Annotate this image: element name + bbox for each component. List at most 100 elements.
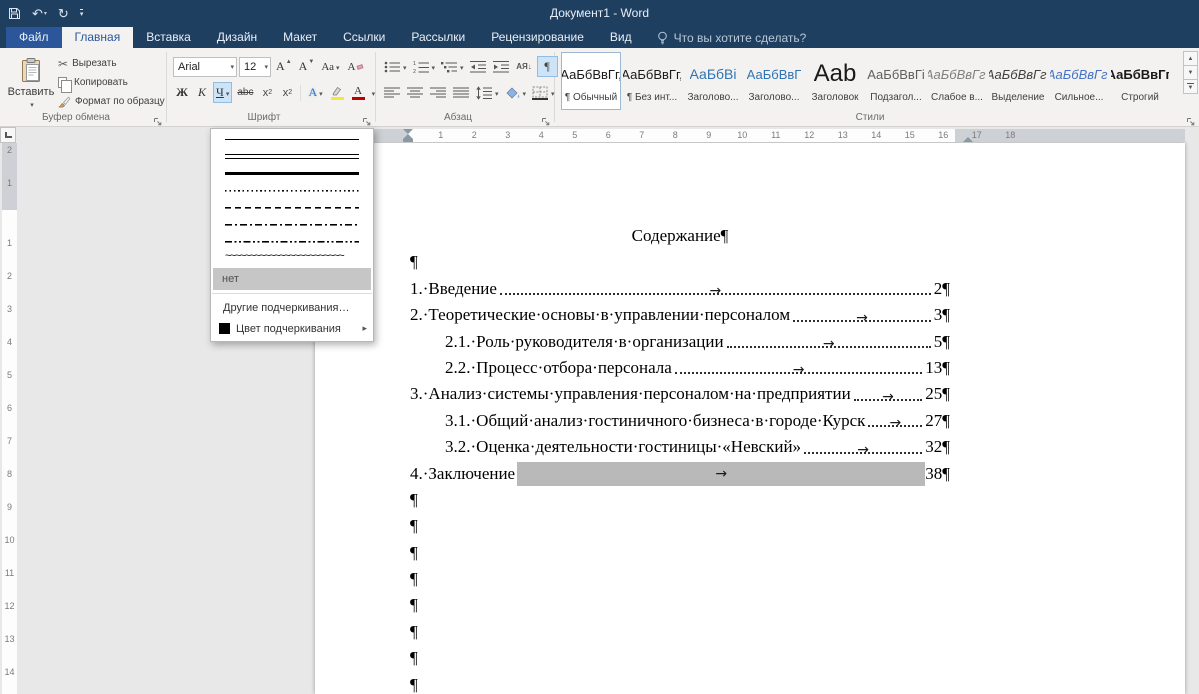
redo-button[interactable]: ↻ [58, 7, 69, 20]
empty-paragraph[interactable]: ¶ [410, 645, 950, 671]
toc-row[interactable]: 3.·Анализ·системы·управления·персоналом·… [410, 381, 950, 407]
underline-style-option[interactable] [211, 148, 373, 165]
style-item[interactable]: АаБбВвГг, Строгий [1110, 52, 1170, 110]
underline-none-option[interactable]: нет [213, 268, 371, 290]
shading-button[interactable] [503, 82, 529, 103]
borders-button[interactable] [530, 82, 557, 103]
font-dialog-launcher[interactable] [362, 113, 372, 123]
underline-button[interactable]: Ч [213, 82, 232, 103]
style-item[interactable]: АаБбВвГг, Слабое в... [927, 52, 987, 110]
clear-formatting-button[interactable]: А [345, 56, 366, 77]
grow-font-button[interactable]: А▲ [273, 56, 294, 77]
empty-paragraph[interactable]: ¶ [410, 672, 950, 694]
left-indent-marker[interactable] [403, 139, 413, 142]
style-item[interactable]: АаБбВвГг, Выделение [988, 52, 1048, 110]
underline-style-option[interactable] [211, 250, 373, 267]
tab-stop-selector[interactable] [0, 127, 16, 143]
empty-paragraph[interactable]: ¶ [410, 513, 950, 539]
text-effects-caret [317, 86, 323, 100]
tab-review[interactable]: Рецензирование [478, 27, 597, 48]
style-item[interactable]: АаБбВвГі Подзагол... [866, 52, 926, 110]
tell-me-box[interactable]: Что вы хотите сделать? [645, 27, 819, 48]
superscript-button[interactable]: х2 [278, 82, 296, 103]
underline-style-option[interactable] [211, 131, 373, 148]
save-button[interactable] [8, 7, 21, 20]
style-item[interactable]: АаБбВвГг, ¶ Обычный [561, 52, 621, 110]
justify-button[interactable] [451, 82, 472, 103]
highlight-color-button[interactable] [328, 82, 347, 103]
change-case-button[interactable]: Аа [318, 56, 342, 77]
sort-button[interactable]: АЯ↓ [514, 56, 535, 77]
empty-paragraph[interactable]: ¶ [410, 566, 950, 592]
horizontal-ruler[interactable]: 1 123456789101112131415161718 [315, 129, 1185, 142]
style-item[interactable]: АаБбВі Заголово... [683, 52, 743, 110]
toc-row[interactable]: 3.1.·Общий·анализ·гостиничного·бизнеса·в… [410, 408, 950, 434]
toc-row[interactable]: 2.1.·Роль·руководителя·в·организации → 5… [410, 329, 950, 355]
tab-layout[interactable]: Макет [270, 27, 330, 48]
style-label: Заголовок [811, 92, 858, 103]
text-effects-button[interactable]: А [305, 82, 325, 103]
tab-file[interactable]: Файл [6, 27, 62, 48]
more-underlines-menu-item[interactable]: Другие подчеркивания… [211, 297, 373, 318]
style-item[interactable]: АаБбВвГг, Сильное... [1049, 52, 1109, 110]
strikethrough-button[interactable]: abc [234, 82, 256, 103]
paragraph-dialog-launcher[interactable] [541, 113, 551, 123]
empty-paragraph[interactable]: ¶ [410, 249, 950, 275]
gallery-scroll-down-button[interactable]: ▼ [1183, 65, 1198, 80]
bold-button[interactable]: Ж [173, 82, 191, 103]
italic-button[interactable]: К [193, 82, 211, 103]
vertical-ruler[interactable]: 21 1234567891011121314 [2, 143, 17, 694]
right-indent-marker[interactable] [963, 137, 973, 142]
tab-home[interactable]: Главная [62, 27, 134, 48]
empty-paragraph[interactable]: ¶ [410, 487, 950, 513]
tab-view[interactable]: Вид [597, 27, 645, 48]
document-heading[interactable]: Содержание¶ [410, 223, 950, 249]
toc-row[interactable]: 1.·Введение → 2¶ [410, 276, 950, 302]
customize-qat-button[interactable]: ▾ [80, 9, 84, 18]
font-family-combobox[interactable]: Arial [173, 57, 237, 77]
style-item[interactable]: АаБбВвГ Заголово... [744, 52, 804, 110]
tab-design[interactable]: Дизайн [204, 27, 270, 48]
toc-row[interactable]: 3.2.·Оценка·деятельности·гостиницы·«Невс… [410, 434, 950, 460]
underline-style-option[interactable] [211, 165, 373, 182]
font-color-button[interactable]: А [349, 82, 368, 103]
tab-mailings[interactable]: Рассылки [398, 27, 478, 48]
align-left-button[interactable] [382, 82, 403, 103]
subscript-button[interactable]: х2 [258, 82, 276, 103]
increase-indent-button[interactable] [491, 56, 512, 77]
gallery-scroll-up-button[interactable]: ▲ [1183, 51, 1198, 66]
shrink-font-button[interactable]: А▼ [296, 56, 317, 77]
font-size-combobox[interactable]: 12 [239, 57, 271, 77]
format-painter-button[interactable]: Формат по образцу [58, 93, 165, 110]
numbering-button[interactable]: 12 [411, 56, 438, 77]
empty-paragraph[interactable]: ¶ [410, 540, 950, 566]
bullets-button[interactable] [382, 56, 409, 77]
undo-button[interactable]: ↶ [32, 7, 47, 20]
document-page[interactable]: Содержание¶ ¶ 1.·Введение → 2¶ 2.·Теорет… [315, 143, 1185, 694]
empty-paragraph[interactable]: ¶ [410, 619, 950, 645]
align-right-button[interactable] [428, 82, 449, 103]
style-item[interactable]: АаБбВвГг, ¶ Без инт... [622, 52, 682, 110]
gallery-more-button[interactable]: ▼ [1183, 79, 1198, 94]
style-item[interactable]: Аab Заголовок [805, 52, 865, 110]
styles-dialog-launcher[interactable] [1186, 113, 1196, 123]
align-right-icon [430, 86, 447, 100]
underline-style-option[interactable] [211, 233, 373, 250]
underline-color-menu-item[interactable]: Цвет подчеркивания ▸ [211, 318, 373, 339]
align-center-button[interactable] [405, 82, 426, 103]
toc-row[interactable]: 2.·Теоретические·основы·в·управлении·пер… [410, 302, 950, 328]
toc-row[interactable]: 2.2.·Процесс·отбора·персонала → 13¶ [410, 355, 950, 381]
decrease-indent-button[interactable] [468, 56, 489, 77]
line-spacing-button[interactable] [474, 82, 501, 103]
cut-button[interactable]: ✂ Вырезать [58, 55, 117, 72]
tab-references[interactable]: Ссылки [330, 27, 398, 48]
multilevel-list-button[interactable] [439, 56, 466, 77]
tab-insert[interactable]: Вставка [133, 27, 204, 48]
underline-style-option[interactable] [211, 182, 373, 199]
underline-style-option[interactable] [211, 199, 373, 216]
underline-style-option[interactable] [211, 216, 373, 233]
toc-row-selected[interactable]: 4.·Заключение → 38¶ [410, 461, 950, 487]
empty-paragraph[interactable]: ¶ [410, 592, 950, 618]
copy-button[interactable]: Копировать [58, 74, 128, 91]
clipboard-dialog-launcher[interactable] [153, 113, 163, 123]
